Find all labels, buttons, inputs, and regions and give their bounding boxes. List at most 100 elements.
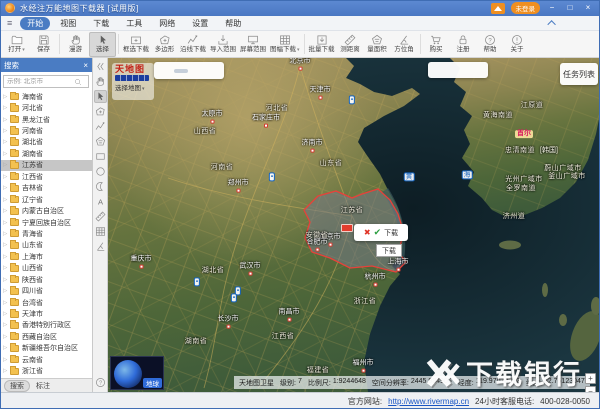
sidebar-item-province[interactable]: ▷ 四川省 — [0, 285, 92, 296]
sidebar-item-province[interactable]: ▷ 山西省 — [0, 263, 92, 274]
tree-expand-icon[interactable]: ▷ — [3, 265, 9, 271]
close-button[interactable]: × — [582, 3, 594, 13]
menu-item-view[interactable]: 视图 — [53, 17, 83, 30]
layer-tab[interactable] — [190, 69, 204, 73]
sheet-download-button[interactable]: 图幅下载 — [268, 32, 302, 57]
polygon-download-button[interactable]: 多边形 — [151, 32, 178, 57]
tree-expand-icon[interactable]: ▷ — [3, 151, 9, 157]
confirm-icon[interactable]: ✔ — [374, 227, 382, 238]
overlay-toggle[interactable] — [464, 68, 474, 72]
sidebar-item-province[interactable]: ▷ 青海省 — [0, 228, 92, 239]
register-button[interactable]: 注册 — [450, 32, 477, 57]
area-shape-icon[interactable] — [94, 135, 107, 148]
tree-expand-icon[interactable]: ▷ — [3, 208, 9, 214]
zoom-in-button[interactable]: + — [585, 373, 596, 384]
buy-button[interactable]: 购买 — [423, 32, 450, 57]
sidebar-item-province[interactable]: ▷ 浙江省 — [0, 366, 92, 377]
sidebar-item-province[interactable]: ▷ 辽宁省 — [0, 194, 92, 205]
tree-expand-icon[interactable]: ▷ — [3, 185, 9, 191]
sidebar-item-province[interactable]: ▷ 天津市 — [0, 308, 92, 319]
map-sheet-icon[interactable] — [94, 225, 107, 238]
tree-expand-icon[interactable]: ▷ — [3, 174, 9, 180]
sidebar-item-province[interactable]: ▷ 新疆维吾尔自治区 — [0, 343, 92, 354]
select-cursor-icon[interactable] — [94, 90, 107, 103]
minimize-button[interactable]: − — [546, 3, 558, 13]
azimuth-icon[interactable] — [94, 240, 107, 253]
login-status-badge[interactable]: 未登录 — [511, 2, 541, 14]
menu-item-network[interactable]: 网络 — [152, 17, 182, 30]
tree-expand-icon[interactable]: ▷ — [3, 334, 9, 340]
pan-hand-icon[interactable] — [94, 75, 107, 88]
tree-expand-icon[interactable]: ▷ — [3, 277, 9, 283]
tree-expand-icon[interactable]: ▷ — [3, 117, 9, 123]
tree-expand-icon[interactable]: ▷ — [3, 357, 9, 363]
site-link[interactable]: http://www.rivermap.cn — [388, 397, 469, 406]
pan-button[interactable]: 漫游 — [62, 32, 89, 57]
layer-tab[interactable] — [174, 69, 188, 73]
sidebar-item-province[interactable]: ▷ 江苏省 — [0, 160, 92, 171]
rectangle-icon[interactable] — [94, 150, 107, 163]
menu-item-download[interactable]: 下载 — [86, 17, 116, 30]
tab-annotation[interactable]: 标注 — [36, 381, 50, 391]
overlay-toggle[interactable] — [442, 68, 452, 72]
sidebar-item-province[interactable]: ▷ 台湾省 — [0, 297, 92, 308]
about-button[interactable]: 关于 — [504, 32, 531, 57]
measure-ruler-icon[interactable] — [94, 210, 107, 223]
sidebar-item-province[interactable]: ▷ 河北省 — [0, 102, 92, 113]
line-download-button[interactable]: 沿线下载 — [178, 32, 208, 57]
overlay-toggle[interactable] — [453, 68, 463, 72]
tree-expand-icon[interactable]: ▷ — [3, 254, 9, 260]
map-viewport[interactable]: 北京市 天津市 太原市 石家庄市 济南市 郑州市 南京市 合肥市 — [108, 58, 600, 392]
collapse-panel-icon[interactable] — [94, 60, 107, 73]
collapse-ribbon-icon[interactable] — [547, 20, 555, 28]
sidebar-item-province[interactable]: ▷ 内蒙古自治区 — [0, 205, 92, 216]
import-range-button[interactable]: 导入范围 — [208, 32, 238, 57]
tree-expand-icon[interactable]: ▷ — [3, 139, 9, 145]
layer-tab[interactable] — [206, 69, 220, 73]
menu-item-help[interactable]: 帮助 — [218, 17, 248, 30]
map-provider-panel[interactable]: 天地图 选择地图 — [112, 63, 154, 100]
tree-expand-icon[interactable]: ▷ — [3, 220, 9, 226]
measure-area-button[interactable]: 量面积 — [364, 32, 391, 57]
sidebar-item-province[interactable]: ▷ 宁夏回族自治区 — [0, 217, 92, 228]
hamburger-menu-icon[interactable]: ≡ — [7, 19, 12, 28]
measure-distance-button[interactable]: 测距离 — [337, 32, 364, 57]
azimuth-button[interactable]: 方位角 — [391, 32, 418, 57]
overlay-toggle[interactable] — [431, 68, 441, 72]
arc-icon[interactable] — [94, 180, 107, 193]
polyline-icon[interactable] — [94, 120, 107, 133]
text-annotation-icon[interactable] — [94, 195, 107, 208]
tree-expand-icon[interactable]: ▷ — [3, 345, 9, 351]
tree-expand-icon[interactable]: ▷ — [3, 197, 9, 203]
tree-expand-icon[interactable]: ▷ — [3, 242, 9, 248]
save-button[interactable]: 保存 — [30, 32, 57, 57]
download-popup-label[interactable]: 下载 — [384, 228, 398, 238]
tab-search[interactable]: 搜索 — [4, 380, 30, 392]
sidebar-item-province[interactable]: ▷ 海南省 — [0, 91, 92, 102]
polygon-icon[interactable] — [94, 105, 107, 118]
open-button[interactable]: 打开 — [3, 32, 30, 57]
layer-tab[interactable] — [158, 69, 172, 73]
tree-expand-icon[interactable]: ▷ — [3, 94, 9, 100]
maximize-button[interactable]: □ — [564, 3, 576, 13]
help-icon[interactable] — [94, 376, 107, 389]
sidebar-item-province[interactable]: ▷ 陕西省 — [0, 274, 92, 285]
sidebar-item-province[interactable]: ▷ 湖北省 — [0, 137, 92, 148]
screen-range-button[interactable]: 屏幕范围 — [238, 32, 268, 57]
sidebar-item-province[interactable]: ▷ 云南省 — [0, 354, 92, 365]
batch-download-button[interactable]: 批量下载 — [307, 32, 337, 57]
tree-expand-icon[interactable]: ▷ — [3, 322, 9, 328]
sidebar-item-province[interactable]: ▷ 江西省 — [0, 171, 92, 182]
search-box[interactable] — [3, 75, 89, 88]
select-button[interactable]: 选择 — [89, 32, 116, 57]
menu-item-settings[interactable]: 设置 — [185, 17, 215, 30]
menu-item-start[interactable]: 开始 — [20, 17, 50, 30]
overlay-toggle[interactable] — [475, 68, 485, 72]
tree-expand-icon[interactable]: ▷ — [3, 288, 9, 294]
sidebar-item-province[interactable]: ▷ 上海市 — [0, 251, 92, 262]
tree-expand-icon[interactable]: ▷ — [3, 128, 9, 134]
menu-item-tools[interactable]: 工具 — [119, 17, 149, 30]
sidebar-item-province[interactable]: ▷ 吉林省 — [0, 183, 92, 194]
sidebar-item-province[interactable]: ▷ 山东省 — [0, 240, 92, 251]
rect-download-button[interactable]: 框选下载 — [121, 32, 151, 57]
